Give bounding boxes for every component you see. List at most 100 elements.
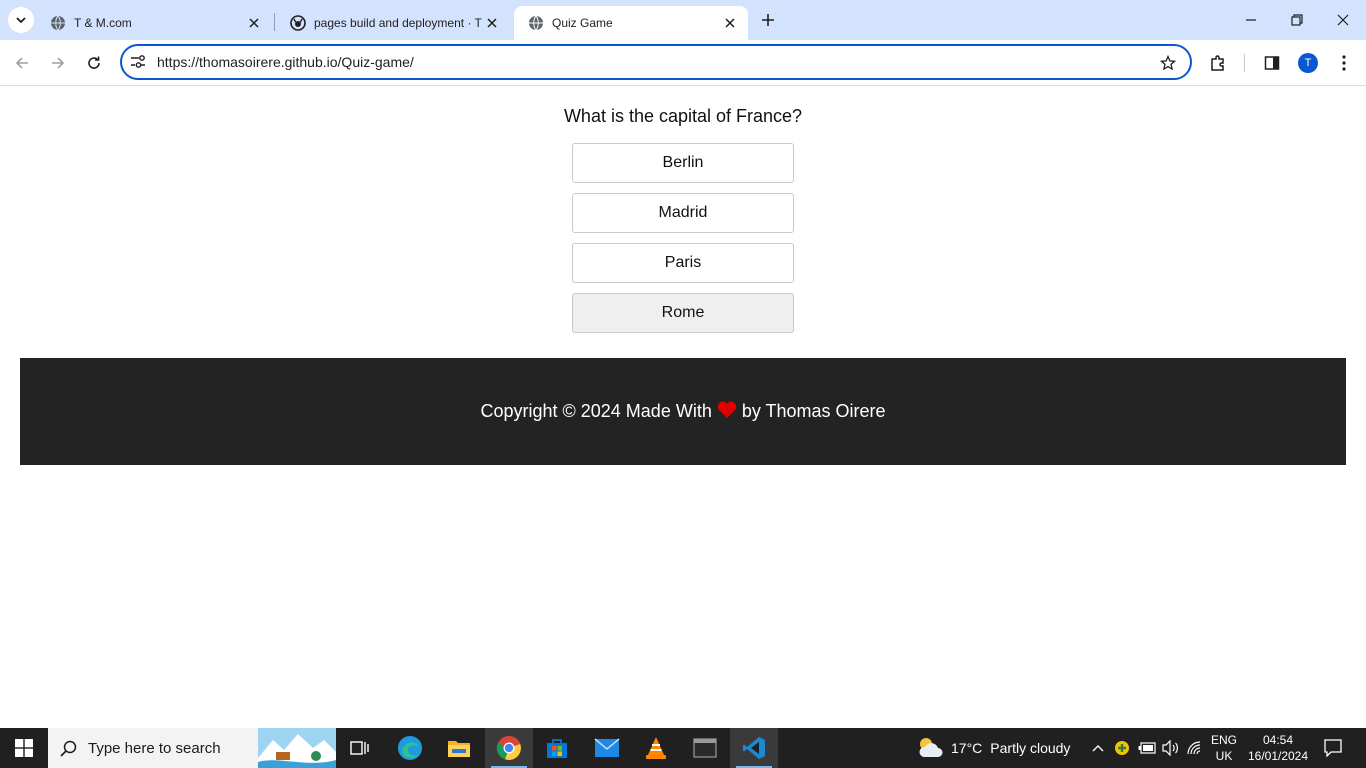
address-bar[interactable]: https://thomasoirere.github.io/Quiz-game… [120, 44, 1192, 80]
file-explorer-app[interactable] [435, 728, 483, 768]
forward-button[interactable] [44, 49, 72, 77]
tab-tm[interactable]: T & M.com [36, 6, 272, 40]
tab-search-button[interactable] [8, 7, 34, 33]
weather-widget[interactable]: 17°C Partly cloudy [916, 728, 1070, 768]
edge-icon [398, 736, 422, 760]
close-tab-icon[interactable] [722, 15, 738, 31]
toolbar-divider [1244, 54, 1245, 72]
close-tab-icon[interactable] [246, 15, 262, 31]
tab-quiz-game[interactable]: Quiz Game [514, 6, 748, 40]
quiz-question: What is the capital of France? [563, 106, 803, 126]
page-content: What is the capital of France? Berlin Ma… [0, 87, 1366, 728]
search-placeholder: Type here to search [88, 739, 221, 757]
mail-icon [594, 738, 620, 757]
mail-app[interactable] [583, 728, 631, 768]
weather-condition: Partly cloudy [990, 740, 1071, 756]
browser-tab-bar: T & M.com pages build and deployment · T… [0, 0, 1366, 40]
windows-taskbar: Type here to search 17°C Partly cloudy E… [0, 728, 1366, 768]
minimize-icon [1246, 19, 1256, 21]
tray-app-icon[interactable] [1112, 728, 1132, 768]
show-hidden-icons-button[interactable] [1088, 728, 1108, 768]
notifications-button[interactable] [1318, 728, 1348, 768]
answer-button-berlin[interactable]: Berlin [572, 143, 794, 183]
start-button[interactable] [0, 728, 48, 768]
input-language-indicator[interactable]: ENG UK [1206, 732, 1242, 764]
vscode-app[interactable] [730, 728, 778, 768]
url-text[interactable]: https://thomasoirere.github.io/Quiz-game… [157, 54, 414, 70]
microsoft-store-app[interactable] [533, 728, 581, 768]
browser-menu-button[interactable] [1330, 49, 1358, 77]
clock-date: 16/01/2024 [1247, 749, 1309, 763]
close-icon [1337, 14, 1349, 26]
arrow-left-icon [15, 57, 28, 69]
chrome-icon [496, 736, 521, 760]
more-vert-icon [1342, 55, 1346, 71]
language-region: UK [1215, 749, 1233, 763]
terminal-icon [693, 738, 717, 758]
weather-temperature: 17°C [951, 740, 983, 756]
answer-button-paris[interactable]: Paris [572, 243, 794, 283]
restore-button[interactable] [1274, 0, 1320, 40]
tab-title: Quiz Game [552, 16, 613, 30]
taskbar-search-box[interactable]: Type here to search [48, 728, 336, 768]
profile-avatar[interactable]: T [1298, 53, 1318, 73]
chevron-up-icon [1092, 745, 1104, 752]
new-tab-button[interactable] [756, 8, 780, 32]
globe-icon [529, 15, 543, 31]
bookmark-star-icon[interactable] [1158, 53, 1178, 73]
clock-time: 04:54 [1262, 733, 1294, 747]
vscode-icon [743, 737, 765, 759]
search-icon [60, 740, 77, 757]
tray-status-icon [1115, 741, 1129, 755]
arrow-right-icon [52, 57, 65, 69]
windows-logo-icon [15, 739, 33, 757]
reload-button[interactable] [80, 49, 108, 77]
plus-icon [762, 14, 774, 26]
tab-title: pages build and deployment · T [314, 16, 482, 30]
answer-button-madrid[interactable]: Madrid [572, 193, 794, 233]
site-settings-icon[interactable] [128, 53, 148, 71]
github-icon [290, 15, 306, 31]
volume-indicator[interactable] [1160, 728, 1182, 768]
taskbar-clock[interactable]: 04:54 16/01/2024 [1244, 732, 1312, 764]
task-view-icon [350, 741, 369, 755]
search-highlight-illustration [258, 728, 336, 768]
tab-divider [274, 13, 275, 31]
battery-indicator[interactable] [1136, 728, 1158, 768]
file-explorer-icon [448, 741, 470, 757]
minimize-button[interactable] [1228, 0, 1274, 40]
speaker-icon [1162, 740, 1178, 756]
answer-button-rome[interactable]: Rome [572, 293, 794, 333]
language-code: ENG [1210, 733, 1237, 747]
network-indicator[interactable] [1184, 728, 1206, 768]
heart-icon [717, 401, 737, 423]
chrome-app[interactable] [485, 728, 533, 768]
footer-author-text: by Thomas Oirere [741, 401, 886, 421]
globe-icon [51, 15, 65, 31]
close-tab-icon[interactable] [484, 15, 500, 31]
close-window-button[interactable] [1320, 0, 1366, 40]
terminal-app[interactable] [681, 728, 729, 768]
edge-app[interactable] [386, 728, 434, 768]
extensions-button[interactable] [1204, 49, 1232, 77]
tab-github-pages[interactable]: pages build and deployment · T [276, 6, 510, 40]
tab-title: T & M.com [74, 16, 132, 30]
chevron-down-icon [16, 17, 26, 24]
battery-icon [1138, 742, 1156, 754]
side-panel-button[interactable] [1258, 49, 1286, 77]
footer-copyright-text: Copyright © 2024 Made With [480, 401, 712, 421]
partly-cloudy-icon [919, 738, 943, 757]
notification-icon [1324, 739, 1342, 757]
restore-icon [1291, 14, 1303, 26]
back-button[interactable] [8, 49, 36, 77]
task-view-button[interactable] [336, 728, 384, 768]
page-footer: Copyright © 2024 Made With by Thomas Oir… [20, 358, 1346, 465]
wifi-icon [1187, 741, 1201, 755]
vlc-icon [646, 737, 666, 759]
reload-icon [88, 56, 100, 69]
microsoft-store-icon [547, 739, 567, 758]
browser-toolbar: https://thomasoirere.github.io/Quiz-game… [0, 40, 1366, 86]
side-panel-icon [1264, 56, 1280, 70]
puzzle-icon [1211, 55, 1224, 71]
vlc-app[interactable] [632, 728, 680, 768]
